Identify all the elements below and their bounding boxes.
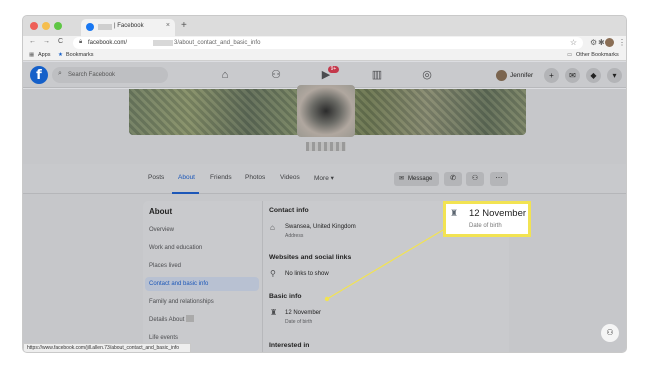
account-menu-icon[interactable]: ▾ — [607, 68, 622, 83]
no-links-text: No links to show — [285, 271, 329, 277]
sidebar-item-places-lived[interactable]: Places lived — [145, 259, 259, 273]
callout-value: 12 November — [469, 208, 527, 219]
bookmark-star-icon[interactable]: ☆ — [570, 38, 577, 47]
message-label: Message — [408, 176, 433, 182]
birth-date-value: 12 November — [285, 310, 322, 316]
sidebar-item-details-about[interactable]: Details About — [145, 313, 259, 327]
user-name[interactable]: Jennifer — [510, 72, 533, 79]
home-icon[interactable]: ⌂ — [217, 67, 233, 83]
interested-in-header: Interested in — [269, 342, 310, 349]
url-host: facebook.com/ — [88, 39, 128, 46]
redacted-name — [186, 315, 195, 322]
browser-toolbar: ← → C 🔒︎ facebook.com/ 3/about_contact_a… — [23, 36, 626, 50]
tab-more[interactable]: More ▾ — [314, 174, 334, 182]
tab-title: | Facebook — [114, 23, 144, 29]
extension-icon[interactable]: ⚙ — [590, 38, 597, 47]
sidebar-item-family-relationships[interactable]: Family and relationships — [145, 295, 259, 309]
active-tab-indicator — [172, 192, 199, 194]
other-bookmarks[interactable]: Other Bookmarks — [576, 52, 619, 58]
profile-avatar[interactable] — [605, 38, 614, 47]
lock-icon: 🔒︎ — [79, 39, 83, 45]
forward-icon[interactable]: → — [43, 38, 50, 45]
bookmarks-star-icon: ★ — [58, 52, 63, 58]
search-placeholder: Search Facebook — [68, 72, 116, 78]
tab-photos[interactable]: Photos — [245, 174, 265, 181]
messenger-icon: ✉ — [399, 176, 405, 182]
tab-posts[interactable]: Posts — [148, 174, 164, 181]
apps-grid-icon[interactable]: ▦ — [29, 52, 34, 58]
tab-videos[interactable]: Videos — [280, 174, 300, 181]
sidebar-item-contact-basic-info[interactable]: Contact and basic info — [145, 277, 259, 291]
facebook-favicon-icon — [86, 23, 94, 31]
create-icon[interactable]: + — [544, 68, 559, 83]
minimize-window-button[interactable] — [42, 22, 50, 30]
marketplace-icon[interactable]: ▥ — [369, 67, 385, 83]
status-bar-url: https://www.facebook.com/jill.allen.73/a… — [23, 343, 191, 352]
notifications-bell-icon[interactable]: ◆ — [586, 68, 601, 83]
about-sidebar: About Overview Work and education Places… — [143, 201, 263, 352]
callout-label: Date of birth — [469, 223, 502, 229]
new-chat-button[interactable]: ⚇ — [601, 324, 619, 342]
menu-dots-icon[interactable]: ⋮ — [618, 38, 626, 47]
notification-badge: 9+ — [328, 66, 339, 73]
url-path: 3/about_contact_and_basic_info — [174, 39, 261, 46]
link-icon: ⚲ — [270, 269, 276, 278]
profile-picture[interactable] — [297, 85, 355, 137]
user-avatar[interactable] — [496, 70, 507, 81]
home-address-icon: ⌂ — [270, 223, 275, 232]
tab-friends[interactable]: Friends — [210, 174, 232, 181]
basic-info-header: Basic info — [269, 293, 302, 300]
websites-header: Websites and social links — [269, 254, 352, 261]
sidebar-item-work-education[interactable]: Work and education — [145, 241, 259, 255]
address-bar[interactable]: 🔒︎ facebook.com/ 3/about_contact_and_bas… — [73, 37, 583, 49]
friends-icon[interactable]: ⚇ — [268, 67, 284, 83]
add-friend-button[interactable]: ⚇ — [466, 172, 484, 186]
title-bar: | Facebook × + — [23, 16, 626, 36]
call-button[interactable]: ✆ — [444, 172, 462, 186]
folder-icon: ▭ — [567, 52, 573, 58]
messenger-icon[interactable]: ✉ — [565, 68, 580, 83]
address-value[interactable]: Swansea, United Kingdom — [285, 224, 356, 230]
details-about-label: Details About — [149, 317, 185, 323]
new-tab-button[interactable]: + — [181, 20, 187, 31]
about-title: About — [149, 207, 173, 216]
search-input[interactable]: ⌕ Search Facebook — [52, 67, 168, 83]
puzzle-icon[interactable]: ✱ — [598, 38, 605, 47]
profile-tabs: Posts About Friends Photos Videos More ▾… — [23, 164, 626, 194]
address-label: Address — [285, 233, 304, 239]
close-window-button[interactable] — [30, 22, 38, 30]
tab-about[interactable]: About — [178, 174, 195, 181]
redacted-profile-name — [306, 142, 346, 151]
more-options-button[interactable]: ⋯ — [490, 172, 508, 186]
search-icon: ⌕ — [58, 70, 62, 77]
birth-date-label: Date of birth — [285, 319, 313, 325]
back-icon[interactable]: ← — [29, 38, 36, 45]
browser-window: | Facebook × + ← → C 🔒︎ facebook.com/ 3/… — [22, 15, 627, 353]
bookmarks-link[interactable]: Bookmarks — [66, 52, 94, 58]
redacted-tab-text — [98, 24, 112, 30]
bookmarks-bar: ▦ Apps ★ Bookmarks ▭ Other Bookmarks — [23, 50, 626, 61]
tab-close-icon[interactable]: × — [166, 22, 170, 29]
browser-tab[interactable]: | Facebook × — [81, 19, 175, 36]
groups-icon[interactable]: ◎ — [419, 67, 435, 83]
message-button[interactable]: ✉ Message — [394, 172, 439, 186]
profile-content: Posts About Friends Photos Videos More ▾… — [23, 85, 626, 352]
apps-bookmark[interactable]: Apps — [38, 52, 51, 58]
redacted-url-segment — [153, 40, 173, 46]
contact-info-header: Contact info — [269, 207, 309, 214]
sidebar-item-overview[interactable]: Overview — [145, 223, 259, 237]
birthday-cake-icon: ♜ — [270, 308, 278, 317]
birthday-cake-icon: ♜ — [450, 208, 459, 218]
facebook-logo[interactable]: f — [30, 66, 48, 84]
zoom-window-button[interactable] — [54, 22, 62, 30]
reload-icon[interactable]: C — [58, 38, 63, 45]
date-of-birth-callout: ♜ 12 November Date of birth — [443, 201, 531, 237]
